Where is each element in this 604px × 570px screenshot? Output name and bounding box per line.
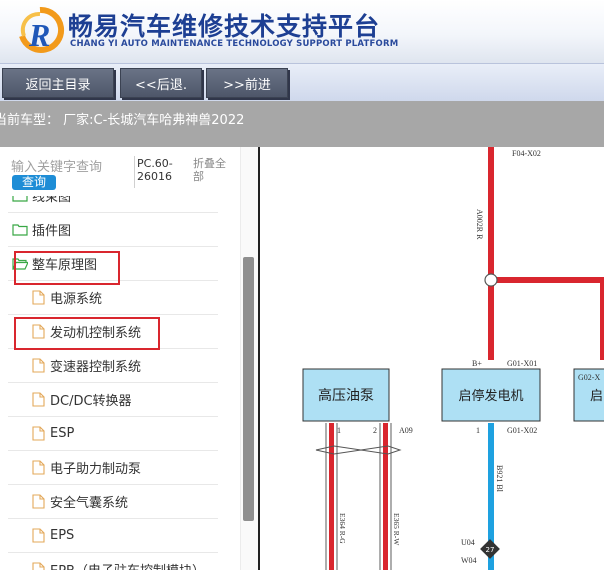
tree-item[interactable]: 安全气囊系统 xyxy=(8,485,218,519)
category-tree: 线束图插件图整车原理图电源系统发动机控制系统 变速器控制系统 DC/DC转换器 ESP… xyxy=(0,196,240,570)
left-panel: 查询 PC.60-26016 折叠全部 线束图插件图整车原理图电源系统发动机控制… xyxy=(0,147,258,570)
forward-button[interactable]: >>前进 xyxy=(206,68,288,98)
nav-toolbar: 返回主目录 <<后退. >>前进 xyxy=(0,63,604,101)
label-pin1: 1 xyxy=(337,426,341,435)
tree-item[interactable]: 变速器控制系统 xyxy=(8,349,218,383)
back-button[interactable]: <<后退. xyxy=(120,68,202,98)
file-icon xyxy=(32,324,45,339)
search-area: 查询 PC.60-26016 折叠全部 xyxy=(0,147,240,196)
tree-item[interactable]: EPS xyxy=(8,519,218,553)
label-gen-pin1: 1 xyxy=(476,426,480,435)
label-a002r: A002R R xyxy=(475,209,484,240)
label-w04: W04 xyxy=(461,556,477,565)
label-g01-x02: G01-X02 xyxy=(507,426,537,435)
app-subtitle-en: CHANG YI AUTO MAINTENANCE TECHNOLOGY SUP… xyxy=(70,39,399,49)
tree-item-label: ESP xyxy=(50,426,75,441)
file-icon xyxy=(32,392,45,407)
folder-open-icon xyxy=(12,257,28,270)
wire-e365 xyxy=(383,423,388,570)
label-u04: U04 xyxy=(461,538,475,547)
tree-item[interactable]: 插件图 xyxy=(8,213,218,247)
tree-scrollbar-thumb[interactable] xyxy=(243,257,254,521)
box-label-pump: 高压油泵 xyxy=(318,387,374,404)
file-icon xyxy=(32,460,45,475)
file-icon xyxy=(32,562,45,570)
file-icon xyxy=(32,494,45,509)
label-e364: E364 R-G xyxy=(338,513,347,544)
app-header: R 畅易汽车维修技术支持平台 CHANG YI AUTO MAINTENANCE… xyxy=(0,0,604,63)
tree-item-label: 发动机控制系统 xyxy=(50,326,142,341)
tree-item[interactable]: 电子助力制动泵 xyxy=(8,451,218,485)
tree-item-label: 电子助力制动泵 xyxy=(50,462,142,477)
wiring-diagram: F04-X02 A002R R 高压油泵 启停发电机 启 B+ G01-X01 … xyxy=(302,147,604,570)
splice-node xyxy=(484,273,498,287)
app-window: R 畅易汽车维修技术支持平台 CHANG YI AUTO MAINTENANCE… xyxy=(0,0,604,570)
wire-red-main xyxy=(488,147,494,360)
tree-item-label: 插件图 xyxy=(32,224,72,239)
file-icon xyxy=(32,528,45,543)
label-splice-num: 27 xyxy=(486,546,495,554)
box-label-generator: 启停发电机 xyxy=(458,388,523,404)
search-button[interactable]: 查询 xyxy=(12,175,57,190)
tree-item[interactable]: EPB（电子驻车控制模块） xyxy=(8,553,218,570)
vehicle-model-text: 当前车型： 厂家:C-长城汽车哈弗神兽2022 xyxy=(0,113,245,128)
label-b921: B921 Bl xyxy=(495,465,504,493)
wiring-diagram-view[interactable]: F04-X02 A002R R 高压油泵 启停发电机 启 B+ G01-X01 … xyxy=(258,147,604,570)
file-icon xyxy=(32,290,45,305)
changyi-logo-icon: R xyxy=(19,6,65,53)
file-icon xyxy=(32,358,45,373)
label-pin2: 2 xyxy=(373,426,377,435)
tree-item[interactable]: 线束图 xyxy=(8,196,218,213)
tree-item-label: EPB（电子驻车控制模块） xyxy=(50,560,205,570)
svg-text:R: R xyxy=(28,17,50,53)
tree-item[interactable]: ESP xyxy=(8,417,218,451)
tree-item[interactable]: 电源系统 xyxy=(8,281,218,315)
label-g01-x01: G01-X01 xyxy=(507,359,537,368)
folder-icon xyxy=(12,223,28,236)
wire-e364 xyxy=(329,423,334,570)
pc-code-text: PC.60-26016 xyxy=(137,157,173,183)
tree-item[interactable]: DC/DC转换器 xyxy=(8,383,218,417)
tree-item-label: DC/DC转换器 xyxy=(50,394,132,409)
label-a09: A09 xyxy=(399,426,413,435)
tree-item[interactable]: 发动机控制系统 xyxy=(8,315,218,349)
vehicle-info-bar: 当前车型： 厂家:C-长城汽车哈弗神兽2022 xyxy=(0,101,604,147)
tree-item-label: 安全气囊系统 xyxy=(50,496,129,511)
folder-icon xyxy=(12,196,28,202)
tree-item[interactable]: 整车原理图 xyxy=(8,247,218,281)
tree-item-label: 线束图 xyxy=(32,196,72,205)
home-button[interactable]: 返回主目录 xyxy=(2,68,114,98)
tree-item-label: 电源系统 xyxy=(50,292,103,307)
label-f04-x02: F04-X02 xyxy=(512,149,541,158)
app-title: 畅易汽车维修技术支持平台 xyxy=(68,12,381,41)
tree-item-label: 变速器控制系统 xyxy=(50,360,142,375)
tree-item-label: EPS xyxy=(50,528,75,543)
label-e365: E365 R-W xyxy=(392,513,401,546)
collapse-all-button[interactable]: 折叠全部 xyxy=(193,157,233,183)
wire-red-branch-down xyxy=(600,277,604,360)
box-label-partial: 启 xyxy=(590,389,603,404)
divider xyxy=(134,156,135,188)
search-input[interactable] xyxy=(11,158,133,176)
file-icon xyxy=(32,426,45,441)
label-bplus: B+ xyxy=(472,359,482,368)
label-g02-x: G02-X xyxy=(578,373,600,382)
tree-item-label: 整车原理图 xyxy=(32,258,98,273)
wire-red-branch xyxy=(491,277,604,283)
